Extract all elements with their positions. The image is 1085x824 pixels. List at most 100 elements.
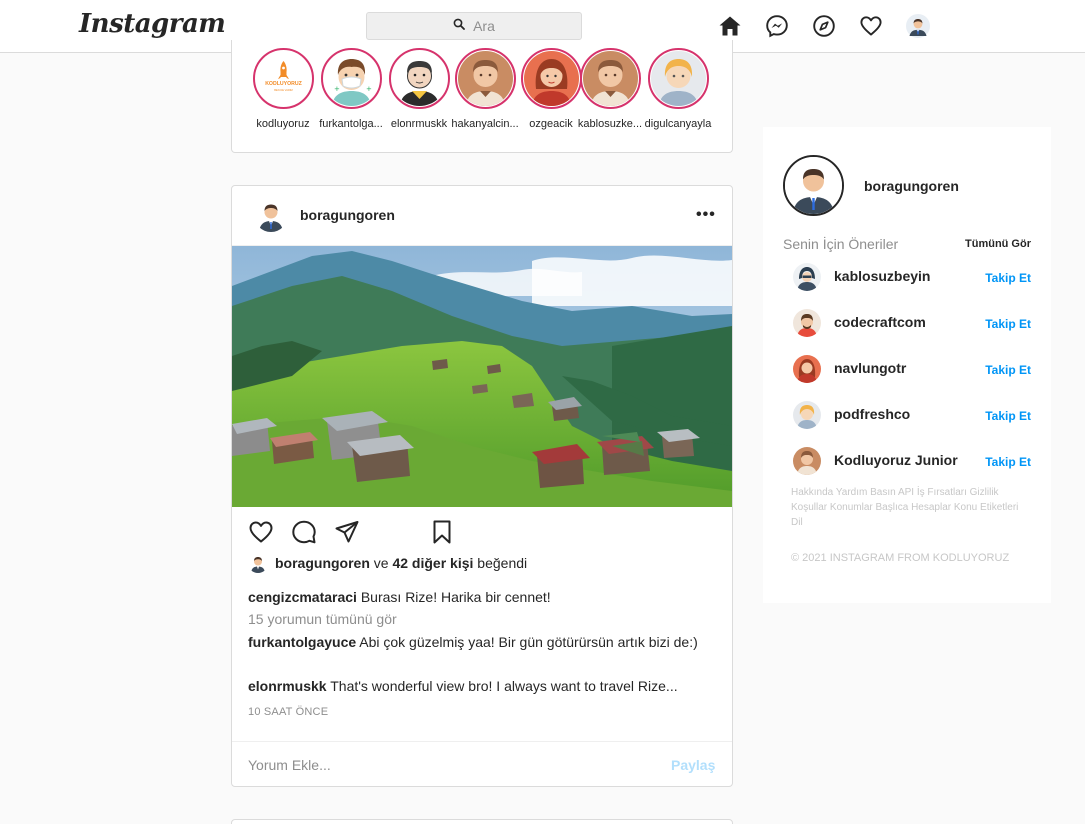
comment-username[interactable]: elonrmuskk bbox=[248, 678, 327, 694]
current-user-username[interactable]: boragungoren bbox=[864, 178, 959, 194]
story-ring bbox=[520, 48, 582, 109]
story-avatar-ozge bbox=[523, 51, 579, 106]
story-ring: + + bbox=[320, 48, 382, 109]
post-header: boragungoren ••• bbox=[232, 186, 732, 246]
svg-text:KODLUYORUZ: KODLUYORUZ bbox=[265, 81, 302, 87]
suggestion-username[interactable]: podfreshco bbox=[834, 406, 910, 422]
suggestion-avatar[interactable] bbox=[793, 447, 821, 475]
suggestion-username[interactable]: codecraftcom bbox=[834, 314, 926, 330]
story-ring bbox=[647, 48, 709, 109]
search-icon bbox=[453, 17, 465, 35]
suggestion-item: Kodluyoruz Junior Takip Et bbox=[793, 445, 1031, 477]
suggestion-avatar[interactable] bbox=[793, 401, 821, 429]
footer-link[interactable]: Basın bbox=[870, 487, 896, 498]
comment-input[interactable] bbox=[248, 754, 648, 776]
story-item[interactable]: KODLUYORUZ BEN DE VARIM kodluyoruz bbox=[248, 48, 318, 130]
follow-button[interactable]: Takip Et bbox=[985, 409, 1031, 423]
footer-link[interactable]: Konu Etiketleri bbox=[954, 502, 1018, 513]
liker-username[interactable]: boragungoren bbox=[275, 555, 370, 571]
likes-others[interactable]: 42 diğer kişi bbox=[392, 555, 473, 571]
caption-text: Burası Rize! Harika bir cennet! bbox=[356, 589, 551, 605]
follow-button[interactable]: Takip Et bbox=[985, 455, 1031, 469]
story-ring bbox=[454, 48, 516, 109]
likes-connector: ve bbox=[369, 555, 393, 571]
post-image[interactable] bbox=[232, 246, 732, 507]
suggestion-username[interactable]: kablosuzbeyin bbox=[834, 268, 930, 284]
post-author-username[interactable]: boragungoren bbox=[300, 207, 395, 223]
suggestions-title: Senin İçin Öneriler bbox=[783, 236, 899, 252]
current-user-avatar[interactable] bbox=[783, 155, 844, 216]
comment-username[interactable]: furkantolgayuce bbox=[248, 634, 356, 650]
story-username: elonrmuskk bbox=[390, 118, 448, 130]
suggestion-username[interactable]: navlungotr bbox=[834, 360, 906, 376]
heart-icon[interactable] bbox=[859, 14, 883, 38]
suggestion-avatar[interactable] bbox=[793, 309, 821, 337]
suggestion-avatar[interactable] bbox=[793, 263, 821, 291]
footer-link[interactable]: Dil bbox=[791, 517, 803, 528]
story-ring bbox=[388, 48, 450, 109]
search-input[interactable]: Ara bbox=[366, 12, 582, 40]
comment-item: furkantolgayuce Abi çok güzelmiş yaa! Bi… bbox=[248, 631, 718, 653]
current-user: boragungoren bbox=[783, 155, 959, 216]
footer-links: Hakkında Yardım Basın API İş Fırsatları … bbox=[791, 485, 1031, 530]
footer-link[interactable]: Konumlar bbox=[830, 502, 873, 513]
post-card: boragungoren ••• boragungoren ve 42 diğe… bbox=[231, 185, 733, 787]
story-username: hakanyalcin... bbox=[451, 118, 519, 130]
follow-button[interactable]: Takip Et bbox=[985, 271, 1031, 285]
likes-suffix: beğendi bbox=[473, 555, 528, 571]
stories-tray: KODLUYORUZ BEN DE VARIM kodluyoruz + + fur… bbox=[231, 40, 733, 153]
svg-text:BEN DE VARIM: BEN DE VARIM bbox=[274, 88, 292, 92]
footer-link[interactable]: Yardım bbox=[836, 487, 868, 498]
footer-link[interactable]: Başlıca Hesaplar bbox=[876, 502, 952, 513]
share-paper-plane-icon[interactable] bbox=[334, 519, 360, 545]
story-avatar-furkan: + + bbox=[323, 51, 379, 106]
messenger-icon[interactable] bbox=[765, 14, 789, 38]
story-ring: KODLUYORUZ BEN DE VARIM bbox=[252, 48, 314, 109]
story-avatar-kablosuz bbox=[582, 51, 638, 106]
follow-button[interactable]: Takip Et bbox=[985, 363, 1031, 377]
liker-avatar[interactable] bbox=[248, 553, 268, 573]
story-username: kodluyoruz bbox=[256, 118, 310, 130]
story-item[interactable]: + + furkantolga... bbox=[316, 48, 386, 130]
more-options-icon[interactable]: ••• bbox=[696, 206, 716, 224]
home-icon[interactable] bbox=[718, 14, 742, 38]
view-all-comments-link[interactable]: 15 yorumun tümünü gör bbox=[248, 611, 397, 627]
footer-link[interactable]: İş Fırsatları bbox=[917, 487, 967, 498]
footer-link[interactable]: API bbox=[898, 487, 914, 498]
story-item[interactable]: kablosuzke... bbox=[575, 48, 645, 130]
story-avatar-kodluyoruz: KODLUYORUZ BEN DE VARIM bbox=[255, 51, 311, 106]
explore-icon[interactable] bbox=[812, 14, 836, 38]
footer-link[interactable]: Hakkında bbox=[791, 487, 833, 498]
story-item[interactable]: elonrmuskk bbox=[384, 48, 454, 130]
comment-text: That's wonderful view bro! I always want… bbox=[326, 678, 678, 694]
story-avatar-hakan bbox=[457, 51, 513, 106]
likes-summary: boragungoren ve 42 diğer kişi beğendi bbox=[248, 553, 527, 573]
post-comment-button[interactable]: Paylaş bbox=[671, 757, 715, 773]
suggestion-avatar[interactable] bbox=[793, 355, 821, 383]
profile-avatar[interactable] bbox=[906, 14, 930, 38]
story-item[interactable]: hakanyalcin... bbox=[450, 48, 520, 130]
instagram-logo[interactable]: Instagram bbox=[79, 9, 226, 39]
see-all-button[interactable]: Tümünü Gör bbox=[965, 238, 1031, 250]
next-post-card bbox=[231, 819, 733, 824]
follow-button[interactable]: Takip Et bbox=[985, 317, 1031, 331]
suggestion-item: kablosuzbeyin Takip Et bbox=[793, 261, 1031, 293]
post-author-avatar[interactable] bbox=[254, 198, 288, 232]
save-bookmark-icon[interactable] bbox=[429, 519, 455, 545]
suggestions-header: Senin İçin Öneriler Tümünü Gör bbox=[783, 236, 1031, 252]
story-item[interactable]: digulcanyayla bbox=[643, 48, 713, 130]
footer-link[interactable]: Koşullar bbox=[791, 502, 827, 513]
copyright-text: © 2021 INSTAGRAM FROM KODLUYORUZ bbox=[791, 552, 1010, 564]
search-placeholder: Ara bbox=[473, 18, 495, 34]
story-avatar-digulcan bbox=[650, 51, 706, 106]
like-heart-icon[interactable] bbox=[248, 519, 274, 545]
nav-icons bbox=[718, 14, 930, 38]
comment-bubble-icon[interactable] bbox=[291, 519, 317, 545]
suggestion-username[interactable]: Kodluyoruz Junior bbox=[834, 452, 958, 468]
sidebar: boragungoren Senin İçin Öneriler Tümünü … bbox=[763, 127, 1051, 603]
suggestion-item: navlungotr Takip Et bbox=[793, 353, 1031, 385]
caption-username[interactable]: cengizcmataraci bbox=[248, 589, 357, 605]
footer-link[interactable]: Gizlilik bbox=[970, 487, 999, 498]
svg-text:+: + bbox=[334, 85, 340, 93]
comment-item: elonrmuskk That's wonderful view bro! I … bbox=[248, 675, 718, 697]
